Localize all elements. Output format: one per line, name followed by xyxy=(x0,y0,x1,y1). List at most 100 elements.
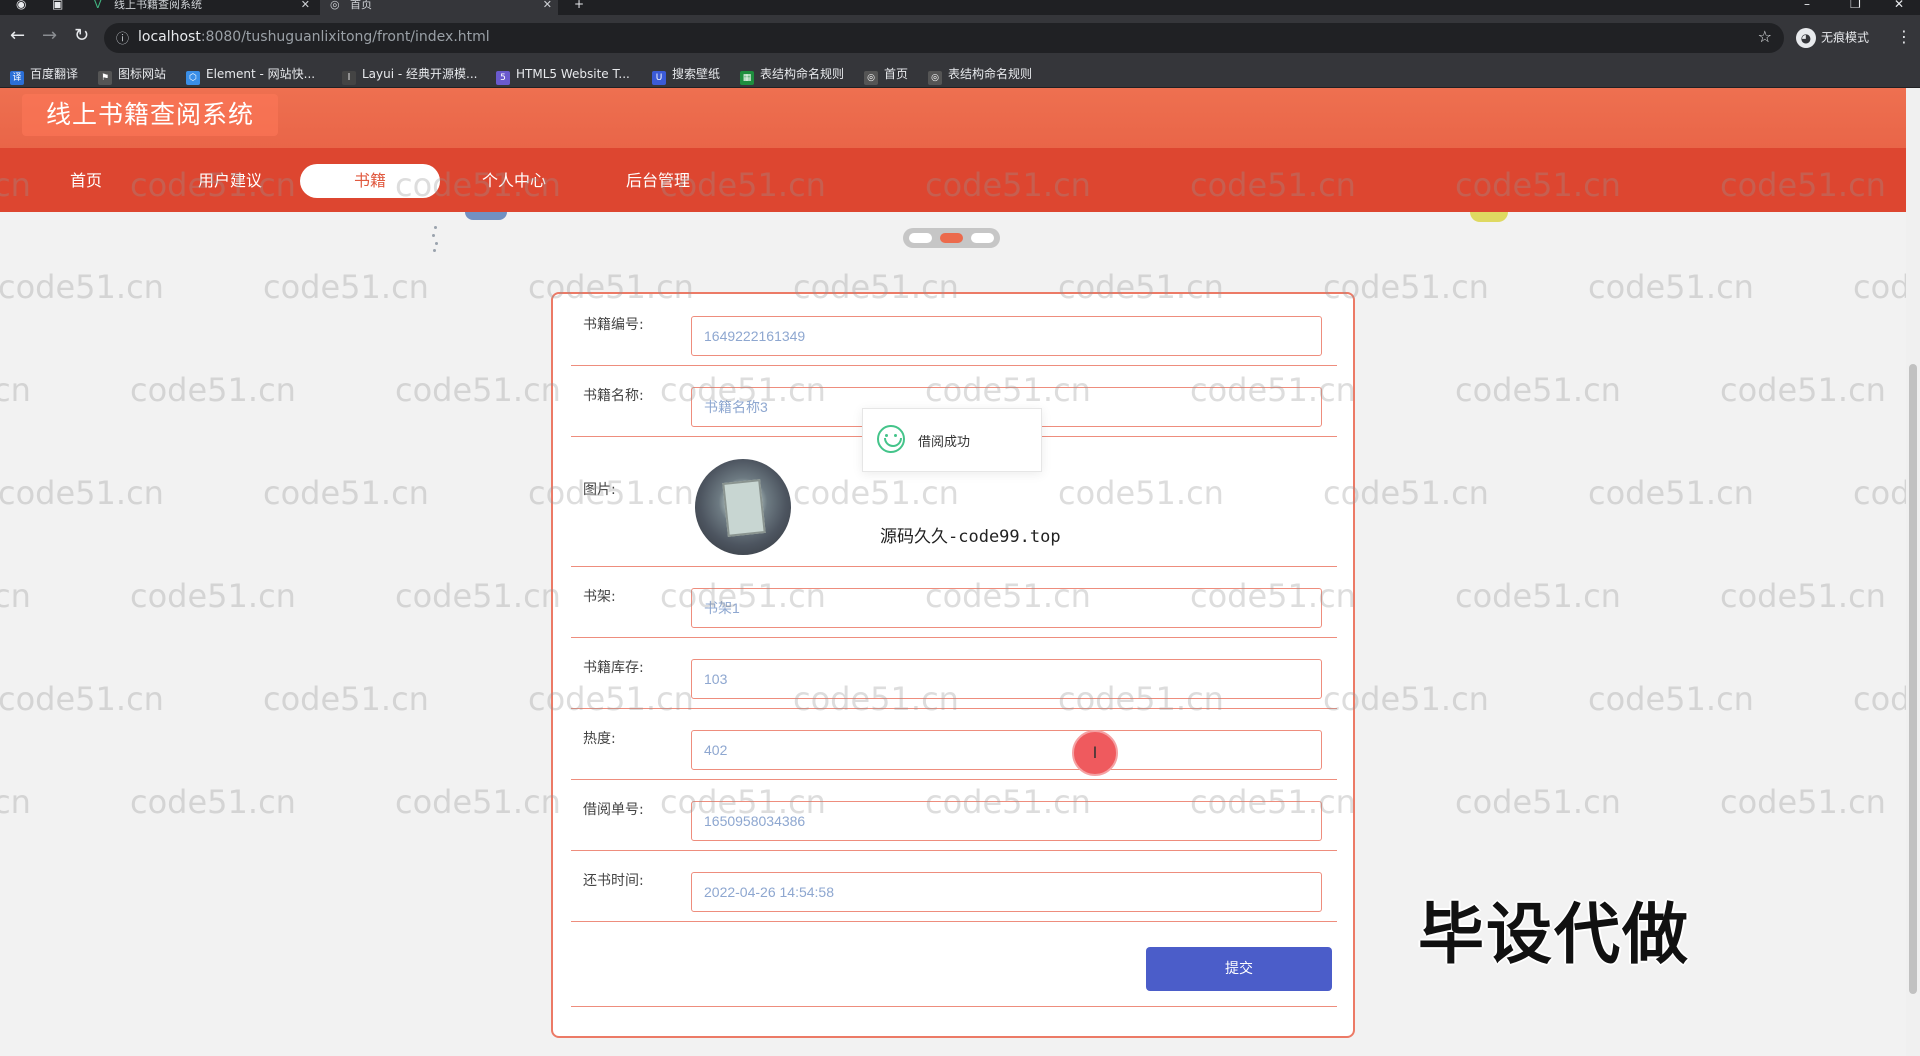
flag-icon: ⚑ xyxy=(98,71,112,85)
book-detail-form: 书籍编号: 书籍名称: 图片: 源码久久-code99.top 书架: 书籍库存… xyxy=(551,292,1355,1038)
incognito-indicator[interactable]: ◕ 无痕模式 xyxy=(1796,28,1869,48)
reload-icon[interactable]: ↻ xyxy=(74,25,89,47)
watermark-text: code51.cn xyxy=(0,577,31,615)
image-label: 图片: xyxy=(583,482,616,498)
form-row-stock: 书籍库存: xyxy=(571,649,1337,709)
watermark-text: code51.cn xyxy=(395,577,561,615)
shelf-label: 书架: xyxy=(583,589,616,605)
layui-logo-icon: l xyxy=(342,71,356,85)
globe-favicon-icon: ◎ xyxy=(330,0,340,11)
minimize-icon[interactable]: – xyxy=(1804,0,1810,10)
site-header: 线上书籍查阅系统 xyxy=(0,88,1920,148)
source-watermark-text: 源码久久-code99.top xyxy=(880,527,1061,547)
bookmark-item[interactable]: U 搜索壁纸 xyxy=(652,66,720,85)
return-time-label: 还书时间: xyxy=(583,873,644,889)
toast-message: 借阅成功 xyxy=(918,435,971,450)
form-row-return-time: 还书时间: xyxy=(571,862,1337,922)
new-tab-button[interactable]: + xyxy=(574,0,584,10)
page-viewport: 线上书籍查阅系统 首页 用户建议 书籍 个人中心 后台管理 书籍编号: 书籍名称… xyxy=(0,88,1920,1056)
borrow-no-input[interactable] xyxy=(691,801,1322,841)
close-tab-icon[interactable]: ✕ xyxy=(543,0,552,10)
watermark-text: code51.cn xyxy=(130,577,296,615)
tab-label: 线上书籍查阅系统 xyxy=(114,0,202,11)
translate-icon: 译 xyxy=(10,71,24,85)
form-row-book-no: 书籍编号: xyxy=(571,306,1337,366)
bookmark-item[interactable]: l Layui - 经典开源模... xyxy=(342,66,477,85)
book-no-input[interactable] xyxy=(691,316,1322,356)
tab-strip-icon[interactable]: ▣ xyxy=(52,0,63,10)
element-logo-icon: ⬡ xyxy=(186,71,200,85)
watermark-text: code51.cn xyxy=(1720,371,1886,409)
watermark-text: code51.cn xyxy=(263,680,429,718)
forward-arrow-icon[interactable]: → xyxy=(42,25,57,47)
form-row-borrow-no: 借阅单号: xyxy=(571,791,1337,851)
heat-input[interactable] xyxy=(691,730,1322,770)
tab-label: 首页 xyxy=(350,0,372,11)
page-scrollbar[interactable] xyxy=(1906,88,1920,1056)
bookmarks-bar: 译百度翻译 ⚑ 图标网站 ⬡ Element - 网站快... l Layui - 经… xyxy=(0,61,1920,88)
shelf-input[interactable] xyxy=(691,588,1322,628)
bookmark-item[interactable]: ⚑ 图标网站 xyxy=(98,66,166,85)
back-arrow-icon[interactable]: ← xyxy=(10,25,25,47)
html5-logo-icon: 5 xyxy=(496,71,510,85)
bookmark-item[interactable]: ▦ 表结构命名规则 xyxy=(740,66,844,85)
bookmark-item[interactable]: ⬡ Element - 网站快... xyxy=(186,66,315,85)
return-time-input[interactable] xyxy=(691,872,1322,912)
stock-input[interactable] xyxy=(691,659,1322,699)
form-row-shelf: 书架: xyxy=(571,578,1337,638)
watermark-text: code51.cn xyxy=(0,783,31,821)
browser-toolbar: ← → ↻ ⓘ localhost:8080/tushuguanlixitong… xyxy=(0,15,1920,61)
banner-decoration xyxy=(432,224,438,252)
main-navbar: 首页 用户建议 书籍 个人中心 后台管理 xyxy=(0,148,1920,212)
address-bar[interactable]: ⓘ localhost:8080/tushuguanlixitong/front… xyxy=(104,23,1784,53)
watermark-text: code51.cn xyxy=(130,371,296,409)
bookmark-item[interactable]: 5 HTML5 Website T... xyxy=(496,66,630,85)
watermark-text: code51.cn xyxy=(395,371,561,409)
banner-decoration xyxy=(1470,212,1508,222)
watermark-text: code51.cn xyxy=(0,680,164,718)
bookmark-item[interactable]: 译百度翻译 xyxy=(10,66,78,85)
bookmark-item[interactable]: ◎ 表结构命名规则 xyxy=(928,66,1032,85)
watermark-text: code51.cn xyxy=(1720,577,1886,615)
carousel-dot[interactable] xyxy=(971,233,994,243)
carousel-pager xyxy=(903,228,1000,248)
watermark-text: code51.cn xyxy=(1588,474,1754,512)
tab-library-system[interactable]: V 线上书籍查阅系统 ✕ xyxy=(84,0,316,15)
nav-home[interactable]: 首页 xyxy=(16,164,156,198)
chrome-logo-icon: ◉ xyxy=(16,0,27,11)
watermark-text: code51.cn xyxy=(0,474,164,512)
form-row-actions: 提交 xyxy=(571,933,1337,1007)
bookmark-star-icon[interactable]: ☆ xyxy=(1758,27,1772,46)
carousel-dot-active[interactable] xyxy=(940,233,963,243)
browser-tabbar: ◉ ▣ V 线上书籍查阅系统 ✕ ◎ 首页 ✕ + – ❐ ✕ xyxy=(0,0,1920,15)
book-no-label: 书籍编号: xyxy=(583,317,644,333)
close-tab-icon[interactable]: ✕ xyxy=(301,0,310,10)
submit-button[interactable]: 提交 xyxy=(1146,947,1332,991)
watermark-text: code51.cn xyxy=(1455,783,1621,821)
stock-label: 书籍库存: xyxy=(583,660,644,676)
info-icon[interactable]: ⓘ xyxy=(116,28,129,47)
borrow-no-label: 借阅单号: xyxy=(583,802,644,818)
nav-suggestions[interactable]: 用户建议 xyxy=(160,164,300,198)
nav-personal-center[interactable]: 个人中心 xyxy=(444,164,584,198)
success-toast: 借阅成功 xyxy=(862,408,1042,472)
watermark-text: code51.cn xyxy=(0,371,31,409)
close-window-icon[interactable]: ✕ xyxy=(1894,0,1904,10)
browser-menu-icon[interactable]: ⋮ xyxy=(1896,27,1912,46)
bookmark-item[interactable]: ◎ 首页 xyxy=(864,66,908,85)
nav-books[interactable]: 书籍 xyxy=(300,164,440,198)
scrollbar-thumb[interactable] xyxy=(1909,364,1917,994)
watermark-text: code51.cn xyxy=(1455,371,1621,409)
url-text[interactable]: localhost:8080/tushuguanlixitong/front/i… xyxy=(138,29,490,45)
wallpaper-icon: U xyxy=(652,71,666,85)
nav-admin[interactable]: 后台管理 xyxy=(588,164,728,198)
banner-decoration xyxy=(465,212,507,220)
tab-home[interactable]: ◎ 首页 ✕ xyxy=(320,0,558,15)
watermark-text: code51.cn xyxy=(263,474,429,512)
carousel-dot[interactable] xyxy=(909,233,932,243)
watermark-text: code51.cn xyxy=(1455,577,1621,615)
site-title: 线上书籍查阅系统 xyxy=(22,94,279,136)
sheet-icon: ▦ xyxy=(740,71,754,85)
globe-icon: ◎ xyxy=(864,71,878,85)
maximize-icon[interactable]: ❐ xyxy=(1850,0,1861,10)
